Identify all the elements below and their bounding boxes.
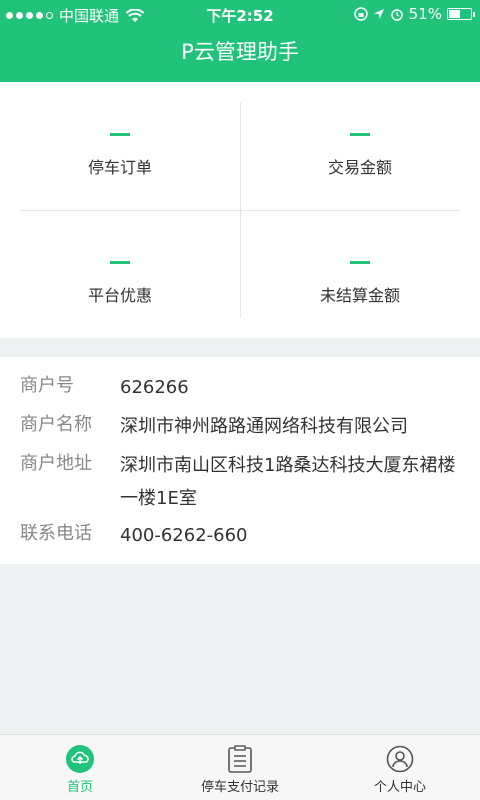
field-value: 626266 — [120, 377, 189, 398]
stat-label: 平台优惠 — [87, 286, 152, 305]
page-title: P云管理助手 — [181, 40, 299, 64]
tab-label: 个人中心 — [373, 780, 426, 795]
stat-unsettled-amount[interactable]: 未结算金额 — [240, 261, 480, 306]
stat-platform-discount[interactable]: 平台优惠 — [0, 261, 240, 306]
orientation-lock-icon — [353, 7, 368, 21]
tab-bar: 首页 停车支付记录 个人中心 — [0, 734, 480, 800]
document-icon — [228, 745, 252, 773]
tab-profile[interactable]: 个人中心 — [320, 735, 480, 800]
stat-value — [110, 261, 130, 264]
field-value: 深圳市南山区科技1路桑达科技大厦东裙楼一楼1E室 — [120, 455, 456, 509]
merchant-id-row: 商户号 626266 — [0, 371, 480, 404]
app-header: 中国联通 下午2:52 51% P云管理助手 — [0, 0, 480, 82]
merchant-phone-row: 联系电话 400-6262-660 — [0, 519, 480, 552]
location-icon — [373, 9, 384, 19]
tab-home[interactable]: 首页 — [0, 735, 160, 800]
stat-label: 停车订单 — [87, 158, 152, 177]
battery-icon — [447, 8, 475, 20]
field-value: 深圳市神州路路通网络科技有限公司 — [120, 416, 408, 437]
stats-panel: 停车订单 交易金额 平台优惠 未结算金额 — [0, 82, 480, 338]
stat-transaction-amount[interactable]: 交易金额 — [240, 133, 480, 178]
stat-parking-orders[interactable]: 停车订单 — [0, 133, 240, 178]
field-label: 联系电话 — [20, 523, 92, 544]
stat-value — [350, 261, 370, 264]
stat-value — [110, 133, 130, 136]
user-icon — [386, 745, 414, 773]
divider — [20, 210, 460, 211]
merchant-name-row: 商户名称 深圳市神州路路通网络科技有限公司 — [0, 410, 480, 443]
tab-label: 首页 — [66, 780, 93, 795]
merchant-info: 商户号 626266 商户名称 深圳市神州路路通网络科技有限公司 商户地址 深圳… — [0, 357, 480, 564]
field-value[interactable]: 400-6262-660 — [100, 519, 460, 552]
stat-label: 交易金额 — [327, 158, 392, 177]
battery-percent: 51% — [408, 5, 442, 23]
status-bar: 中国联通 下午2:52 51% — [0, 0, 480, 28]
cloud-icon — [66, 745, 94, 773]
tab-payment-records[interactable]: 停车支付记录 — [160, 735, 320, 800]
field-label: 商户号 — [20, 375, 74, 396]
stat-value — [350, 133, 370, 136]
field-label: 商户名称 — [20, 414, 92, 435]
field-label: 商户地址 — [20, 453, 92, 474]
tab-label: 停车支付记录 — [200, 780, 279, 795]
merchant-address-row: 商户地址 深圳市南山区科技1路桑达科技大厦东裙楼一楼1E室 — [0, 449, 480, 515]
stat-label: 未结算金额 — [319, 286, 400, 305]
alarm-icon — [390, 9, 403, 21]
